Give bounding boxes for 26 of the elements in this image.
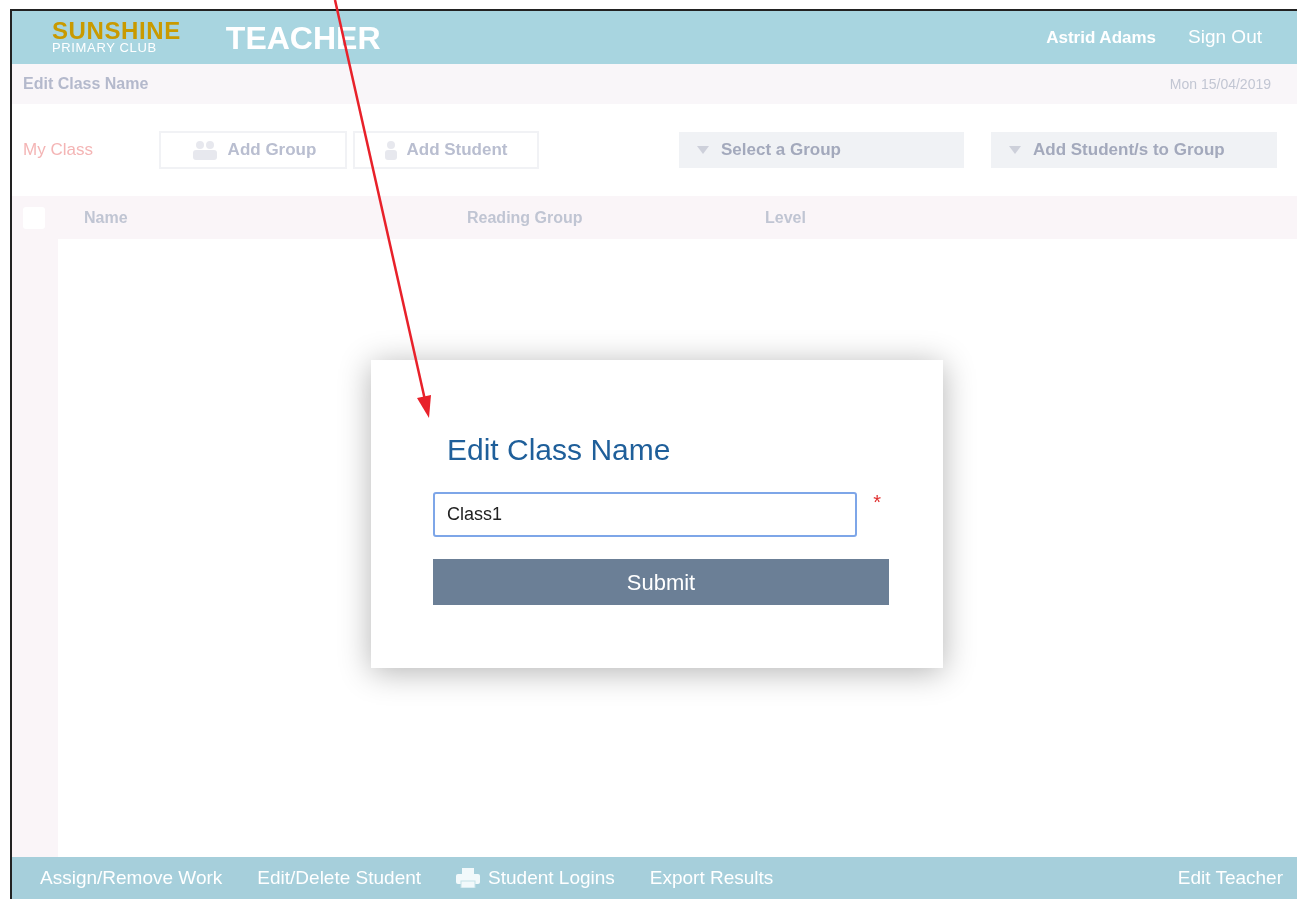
add-to-group-dropdown[interactable]: Add Student/s to Group: [991, 132, 1277, 168]
footer-link[interactable]: Export Results: [649, 863, 774, 893]
footer-link[interactable]: Assign/Remove Work: [40, 863, 223, 893]
sign-out-link[interactable]: Sign Out: [1188, 23, 1262, 52]
column-header: Reading Group: [467, 207, 584, 228]
dialog-title: Edit Class Name: [447, 432, 672, 468]
column-header: Level: [765, 207, 806, 228]
class-name-field[interactable]: Class1: [433, 492, 858, 537]
caret-icon: [697, 146, 709, 154]
person-icon: [384, 140, 399, 160]
column-header: Name: [84, 207, 129, 228]
footer-link[interactable]: Edit/Delete Student: [257, 863, 422, 893]
submit-button[interactable]: Submit: [433, 559, 889, 605]
edit-teacher-link[interactable]: Edit Teacher: [1177, 863, 1283, 893]
group-dropdown[interactable]: Select a Group: [679, 132, 964, 168]
add-student-button[interactable]: Add Student: [353, 131, 539, 169]
add-group-button[interactable]: Add Group: [159, 131, 347, 169]
class-label: My Class: [23, 139, 94, 162]
page-title: Edit Class Name: [23, 74, 149, 94]
printer-icon: [456, 868, 481, 888]
user-name: Astrid Adams: [1046, 26, 1157, 49]
caret-icon: [1009, 146, 1021, 154]
logo-subtitle: PRIMARY CLUB: [52, 40, 158, 55]
footer-link[interactable]: Student Logins: [456, 863, 615, 893]
required-mark: *: [873, 492, 881, 512]
logo-word: SUNSHINE: [52, 20, 181, 41]
